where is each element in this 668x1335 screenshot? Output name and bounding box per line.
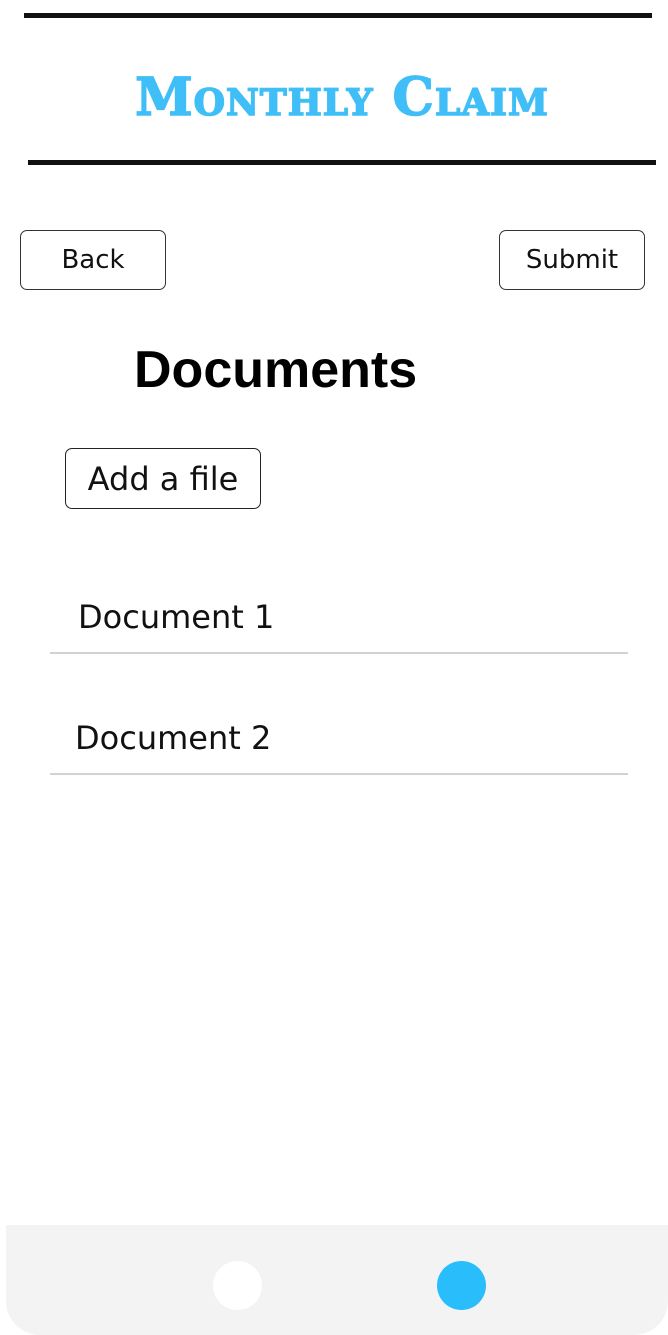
page-indicator-dot-2-active[interactable]	[437, 1261, 486, 1310]
header-bottom-rule	[28, 160, 656, 165]
add-file-button[interactable]: Add a file	[65, 448, 261, 509]
list-item[interactable]: Document 1	[50, 584, 628, 654]
document-label: Document 1	[78, 598, 275, 636]
submit-button[interactable]: Submit	[499, 230, 645, 290]
header-top-rule	[24, 13, 652, 18]
bottom-navigation-bar	[6, 1225, 668, 1335]
back-button[interactable]: Back	[20, 230, 166, 290]
app-title: Monthly Claim	[134, 67, 549, 129]
document-label: Document 2	[75, 719, 272, 757]
list-item[interactable]: Document 2	[50, 705, 628, 775]
page-indicator-dot-1[interactable]	[213, 1261, 262, 1310]
page-title: Documents	[134, 341, 418, 399]
